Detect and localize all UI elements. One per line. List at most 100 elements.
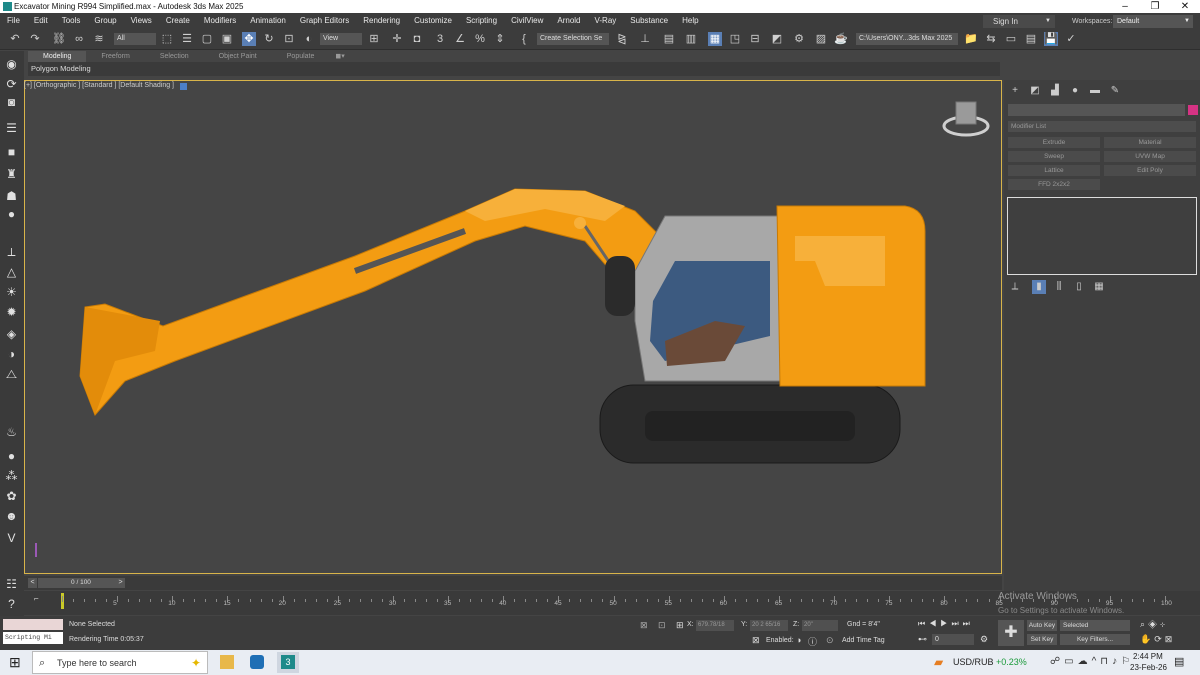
modify-tab-icon[interactable]: ◩ <box>1028 84 1042 98</box>
clock-time[interactable]: 2:44 PM <box>1133 652 1163 661</box>
utilities-tab-icon[interactable]: ✎ <box>1108 84 1122 98</box>
vray-icon[interactable]: V <box>4 531 19 546</box>
select-tool-icon[interactable]: ◉ <box>4 57 19 72</box>
auto-key-button[interactable]: Auto Key <box>1027 620 1057 631</box>
scene-explorer-icon[interactable]: ▤ <box>662 32 676 46</box>
key-filters-button[interactable]: Key Filters... <box>1060 634 1130 645</box>
windows-start-icon[interactable]: ⊞ <box>9 654 21 671</box>
project-folder-icon[interactable]: 📁 <box>964 32 978 46</box>
open-icon[interactable]: ▭ <box>1004 32 1018 46</box>
excavator-model[interactable] <box>25 81 1001 573</box>
teapot-icon[interactable]: ◑ <box>4 347 19 362</box>
menu-arnold[interactable]: Arnold <box>550 13 587 29</box>
sync-icon[interactable]: ⇆ <box>984 32 998 46</box>
material-sphere-icon[interactable]: ● <box>4 449 19 464</box>
omni-light-icon[interactable]: △ <box>4 265 19 280</box>
redo-icon[interactable]: ↷ <box>28 32 42 46</box>
menu-graph-editors[interactable]: Graph Editors <box>293 13 356 29</box>
current-frame-field[interactable]: 0 <box>932 634 974 645</box>
time-slider-thumb[interactable]: 0 / 100 <box>38 578 124 588</box>
sun-icon[interactable]: ☀ <box>4 285 19 300</box>
object-color-swatch[interactable] <box>1188 105 1198 115</box>
motion-tab-icon[interactable]: ● <box>1068 84 1082 98</box>
percent-snap-icon[interactable]: % <box>473 32 487 46</box>
add-time-tag[interactable]: Add Time Tag <box>842 637 885 644</box>
set-key-button[interactable]: Set Key <box>1027 634 1057 645</box>
save-icon[interactable]: ▤ <box>1024 32 1038 46</box>
maxscript-listener[interactable] <box>3 619 63 630</box>
edit-poly-button[interactable]: Edit Poly <box>1104 165 1196 176</box>
spinner-snap-icon[interactable]: ⇕ <box>493 32 507 46</box>
sweep-button[interactable]: Sweep <box>1008 151 1100 162</box>
named-selection-dropdown[interactable]: Create Selection Se <box>537 33 609 45</box>
lock-selection-icon[interactable]: ⊡ <box>658 620 666 631</box>
helper-icon[interactable]: ✿ <box>4 489 19 504</box>
uvw-map-button[interactable]: UVW Map <box>1104 151 1196 162</box>
close-icon[interactable]: ✕ <box>1170 0 1200 13</box>
schematic-view-icon[interactable]: ⊟ <box>748 32 762 46</box>
ribbon-toggle-icon[interactable]: ▦ <box>708 32 722 46</box>
modifier-list-dropdown[interactable]: Modifier List <box>1008 121 1196 132</box>
menu-substance[interactable]: Substance <box>623 13 675 29</box>
window-crossing-icon[interactable]: ▣ <box>220 32 234 46</box>
ticker-name[interactable]: USD/RUB <box>953 657 994 667</box>
link-icon[interactable]: ⛓ <box>52 32 66 46</box>
tab-populate[interactable]: Populate <box>272 51 330 62</box>
hierarchy-tab-icon[interactable]: ▟ <box>1048 84 1062 98</box>
absolute-mode-icon[interactable]: ⊞ <box>676 620 684 631</box>
sphere-light-icon[interactable]: ● <box>4 207 19 222</box>
viewport-nav-icons[interactable]: ⌕◈⊹ <box>1140 619 1168 630</box>
camera-icon[interactable]: ◙ <box>4 95 19 110</box>
particles-icon[interactable]: ⁂ <box>4 469 19 484</box>
menu-customize[interactable]: Customize <box>407 13 459 29</box>
remove-modifier-icon[interactable]: ▯ <box>1072 280 1086 294</box>
align-icon[interactable]: ⊥ <box>638 32 652 46</box>
select-by-name-icon[interactable]: ☰ <box>180 32 194 46</box>
make-unique-icon[interactable]: ⫼ <box>1052 280 1066 294</box>
light-icon[interactable]: ☗ <box>4 189 19 204</box>
trackbar-filter-icon[interactable]: ⌐ <box>34 594 39 603</box>
pivot-center-icon[interactable]: ⊞ <box>367 32 381 46</box>
select-and-move-icon[interactable]: ✥ <box>242 32 256 46</box>
material-editor-icon[interactable]: ◩ <box>770 32 784 46</box>
menu-scripting[interactable]: Scripting <box>459 13 504 29</box>
workspaces-select[interactable]: Default ▼ <box>1113 15 1193 28</box>
menu-edit[interactable]: Edit <box>27 13 55 29</box>
people-icon[interactable]: ☻ <box>4 509 19 524</box>
tab-modeling[interactable]: Modeling <box>28 51 87 62</box>
key-mode-icon[interactable]: ⊷ <box>918 634 927 645</box>
set-keys-icon[interactable]: ✚ <box>998 620 1024 646</box>
layer-explorer-icon[interactable]: ▥ <box>684 32 698 46</box>
tab-object-paint[interactable]: Object Paint <box>204 51 272 62</box>
floppy-icon[interactable]: 💾 <box>1044 32 1058 46</box>
time-config-icon[interactable]: ⚙ <box>980 634 988 645</box>
z-coord-field[interactable]: 20" <box>802 620 838 631</box>
playback-controls[interactable]: ⏮◀▶⏭⏭ <box>918 619 974 629</box>
render-production-icon[interactable]: ☕ <box>834 32 848 46</box>
menu-animation[interactable]: Animation <box>243 13 293 29</box>
3dsmax-icon[interactable]: 3 <box>281 655 295 669</box>
create-tab-icon[interactable]: + <box>1008 84 1022 98</box>
undo-icon[interactable]: ↶ <box>8 32 22 46</box>
viewcube[interactable] <box>940 100 992 140</box>
pin-stack-icon[interactable]: ⟂ <box>1008 280 1022 294</box>
menu-help[interactable]: Help <box>675 13 705 29</box>
lattice-button[interactable]: Lattice <box>1008 165 1100 176</box>
configure-sets-icon[interactable]: ▦ <box>1092 280 1106 294</box>
lamp-icon[interactable]: ♜ <box>4 167 19 182</box>
ribbon-options-icon[interactable]: ◼▾ <box>329 51 350 62</box>
select-and-scale-icon[interactable]: ⊡ <box>282 32 296 46</box>
select-object-icon[interactable]: ⬚ <box>160 32 174 46</box>
menu-rendering[interactable]: Rendering <box>356 13 407 29</box>
menu-vray[interactable]: V-Ray <box>588 13 624 29</box>
show-end-result-icon[interactable]: ▮ <box>1032 280 1046 294</box>
system-tray-icons[interactable]: ☍▭☁^⊓♪⚐ <box>1050 656 1134 667</box>
rectangular-region-icon[interactable]: ▢ <box>200 32 214 46</box>
edit-named-selection-icon[interactable]: { <box>517 32 531 46</box>
ffd-button[interactable]: FFD 2x2x2 <box>1008 179 1100 190</box>
skylight-icon[interactable]: ✹ <box>4 305 19 320</box>
snaps-toggle-icon[interactable]: 3 <box>433 32 447 46</box>
tab-selection[interactable]: Selection <box>145 51 204 62</box>
y-coord-field[interactable]: 20 2 65/16 <box>750 620 788 631</box>
bind-space-warp-icon[interactable]: ≋ <box>92 32 106 46</box>
